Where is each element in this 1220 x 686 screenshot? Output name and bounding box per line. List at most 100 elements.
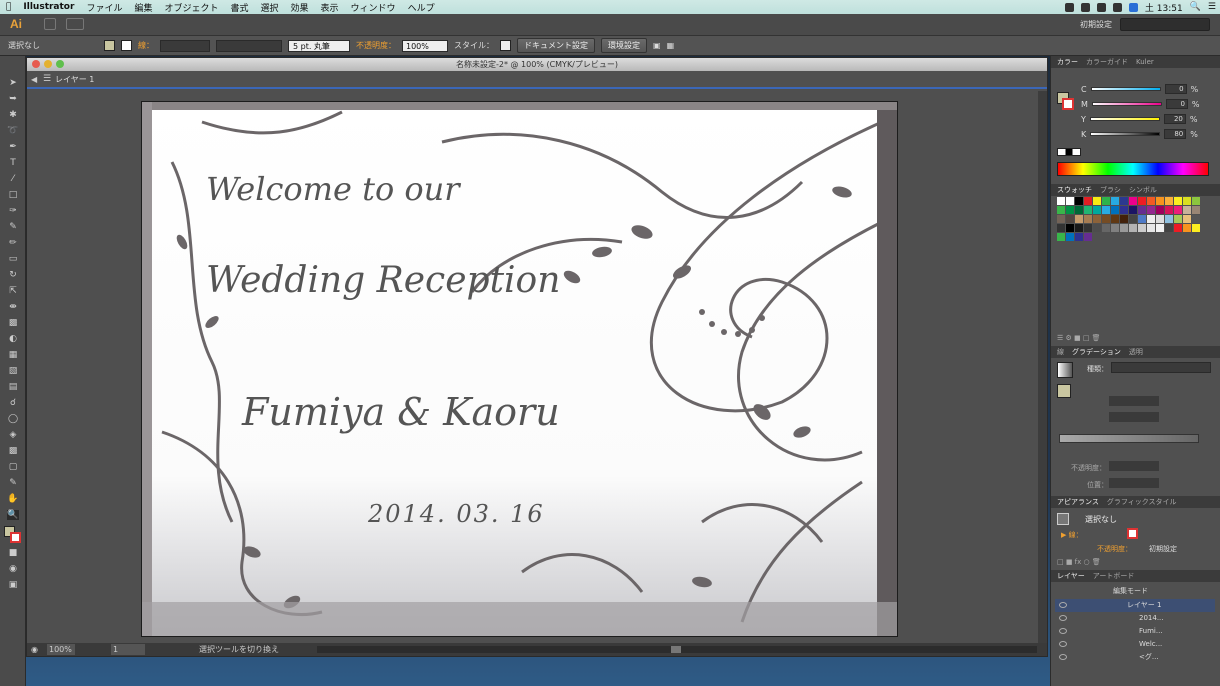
transform-icon[interactable]: ▦ bbox=[667, 41, 675, 50]
swatch[interactable] bbox=[1057, 224, 1065, 232]
swatch[interactable] bbox=[1183, 215, 1191, 223]
type-tool-icon[interactable]: T bbox=[7, 158, 19, 168]
visibility-eye-icon[interactable] bbox=[1059, 615, 1067, 621]
preferences-button[interactable]: 環境設定 bbox=[601, 38, 647, 53]
swatch-panel-footer-icons[interactable]: ☰ ⚙ ■ □ 🗑 bbox=[1057, 334, 1207, 342]
swatch[interactable] bbox=[1075, 233, 1083, 241]
fill-swatch[interactable] bbox=[104, 40, 115, 51]
menu-select[interactable]: 選択 bbox=[255, 1, 285, 14]
swatch[interactable] bbox=[1156, 197, 1164, 205]
free-transform-tool-icon[interactable]: ▩ bbox=[7, 318, 19, 328]
couple-names-text[interactable]: Fumiya & Kaoru bbox=[242, 390, 560, 434]
swatch[interactable] bbox=[1129, 197, 1137, 205]
swatch[interactable] bbox=[1093, 215, 1101, 223]
tab-appearance[interactable]: アピアランス bbox=[1057, 496, 1099, 508]
yellow-slider[interactable] bbox=[1089, 117, 1160, 121]
swatch[interactable] bbox=[1084, 224, 1092, 232]
variable-width-dropdown[interactable] bbox=[216, 39, 282, 52]
swatch[interactable] bbox=[1174, 215, 1182, 223]
vertical-scrollbar[interactable] bbox=[1038, 91, 1047, 643]
tab-kuler[interactable]: Kuler bbox=[1136, 56, 1154, 68]
horizontal-scrollbar[interactable] bbox=[317, 646, 1037, 653]
visibility-eye-icon[interactable] bbox=[1059, 641, 1067, 647]
gradient-position-field[interactable] bbox=[1109, 478, 1159, 488]
layer-row-names[interactable]: Fumi... bbox=[1055, 625, 1215, 638]
style-swatch[interactable] bbox=[500, 40, 511, 51]
status-icon[interactable] bbox=[1064, 2, 1074, 12]
swatch[interactable] bbox=[1075, 206, 1083, 214]
opacity-field[interactable]: 100% bbox=[402, 39, 448, 52]
volume-icon[interactable] bbox=[1112, 2, 1122, 12]
document-setup-button[interactable]: ドキュメント設定 bbox=[517, 38, 595, 53]
visibility-eye-icon[interactable] bbox=[1059, 654, 1067, 660]
swatch[interactable] bbox=[1102, 206, 1110, 214]
pen-tool-icon[interactable]: ✒ bbox=[7, 142, 19, 152]
appearance-stroke-swatch[interactable] bbox=[1127, 528, 1138, 539]
swatch[interactable] bbox=[1057, 233, 1065, 241]
cyan-value-field[interactable]: 0 bbox=[1164, 84, 1187, 94]
swatch[interactable] bbox=[1183, 197, 1191, 205]
swatch[interactable] bbox=[1075, 224, 1083, 232]
swatch[interactable] bbox=[1084, 197, 1092, 205]
app-menu[interactable]: Illustrator bbox=[17, 2, 80, 12]
black-slider[interactable] bbox=[1090, 132, 1161, 136]
swatch[interactable] bbox=[1174, 197, 1182, 205]
swatch[interactable] bbox=[1120, 197, 1128, 205]
swatch[interactable] bbox=[1066, 233, 1074, 241]
layer-row-date[interactable]: 2014... bbox=[1055, 612, 1215, 625]
width-tool-icon[interactable]: ⇼ bbox=[7, 302, 19, 312]
gradient-aspect-field[interactable] bbox=[1109, 412, 1159, 422]
swatch[interactable] bbox=[1102, 197, 1110, 205]
swatch[interactable] bbox=[1147, 197, 1155, 205]
menu-object[interactable]: オブジェクト bbox=[158, 1, 224, 14]
blend-tool-icon[interactable]: ◯ bbox=[7, 414, 19, 424]
swatch[interactable] bbox=[1129, 215, 1137, 223]
magenta-value-field[interactable]: 0 bbox=[1165, 99, 1188, 109]
tab-symbols[interactable]: シンボル bbox=[1129, 184, 1157, 196]
swatch[interactable] bbox=[1066, 215, 1074, 223]
line-tool-icon[interactable]: ⁄ bbox=[7, 174, 19, 184]
minimize-window-button[interactable] bbox=[44, 60, 52, 68]
wifi-icon[interactable] bbox=[1096, 2, 1106, 12]
paintbrush-tool-icon[interactable]: ✑ bbox=[7, 206, 19, 216]
swatch[interactable] bbox=[1057, 215, 1065, 223]
swatch[interactable] bbox=[1156, 206, 1164, 214]
draw-mode-icon[interactable]: ◉ bbox=[7, 564, 19, 574]
swatch[interactable] bbox=[1066, 224, 1074, 232]
gradient-preview-swatch[interactable] bbox=[1057, 362, 1073, 378]
swatch[interactable] bbox=[1057, 206, 1065, 214]
swatch[interactable] bbox=[1165, 206, 1173, 214]
artboard[interactable]: Welcome to our Wedding Reception Fumiya … bbox=[141, 101, 898, 637]
swatch[interactable] bbox=[1192, 224, 1200, 232]
swatch[interactable] bbox=[1111, 215, 1119, 223]
input-source-icon[interactable] bbox=[1128, 2, 1138, 12]
swatch[interactable] bbox=[1120, 206, 1128, 214]
stroke-label[interactable]: 線： bbox=[138, 40, 154, 51]
align-icon[interactable]: ▣ bbox=[653, 41, 661, 50]
appearance-footer-icons[interactable]: □ ■ fx ○ 🗑 bbox=[1057, 558, 1207, 566]
zoom-icon[interactable]: ◉ bbox=[31, 643, 38, 656]
lasso-tool-icon[interactable]: ➰ bbox=[7, 126, 19, 136]
none-black-white-swatches[interactable] bbox=[1057, 148, 1081, 156]
zoom-tool-icon[interactable]: 🔍 bbox=[7, 510, 19, 520]
swatch[interactable] bbox=[1156, 215, 1164, 223]
menu-type[interactable]: 書式 bbox=[224, 1, 254, 14]
artboard-number-field[interactable]: 1 bbox=[111, 644, 145, 655]
layer-row-welcome[interactable]: Welc... bbox=[1055, 638, 1215, 651]
swatch[interactable] bbox=[1129, 206, 1137, 214]
layer-row-group[interactable]: <グ... bbox=[1055, 651, 1215, 664]
menu-view[interactable]: 表示 bbox=[315, 1, 345, 14]
perspective-grid-tool-icon[interactable]: ▦ bbox=[7, 350, 19, 360]
swatch[interactable] bbox=[1174, 206, 1182, 214]
swatch[interactable] bbox=[1066, 197, 1074, 205]
swatch[interactable] bbox=[1066, 206, 1074, 214]
swatch[interactable] bbox=[1138, 215, 1146, 223]
direct-selection-tool-icon[interactable]: ➥ bbox=[7, 94, 19, 104]
symbol-sprayer-tool-icon[interactable]: ◈ bbox=[7, 430, 19, 440]
apple-icon[interactable]:  bbox=[0, 2, 17, 12]
magic-wand-tool-icon[interactable]: ✱ bbox=[7, 110, 19, 120]
swatch[interactable] bbox=[1093, 224, 1101, 232]
screen-mode-icon[interactable]: ▣ bbox=[7, 580, 19, 590]
tab-color-guide[interactable]: カラーガイド bbox=[1086, 56, 1128, 68]
zoom-level-dropdown[interactable]: 100% bbox=[47, 644, 75, 655]
